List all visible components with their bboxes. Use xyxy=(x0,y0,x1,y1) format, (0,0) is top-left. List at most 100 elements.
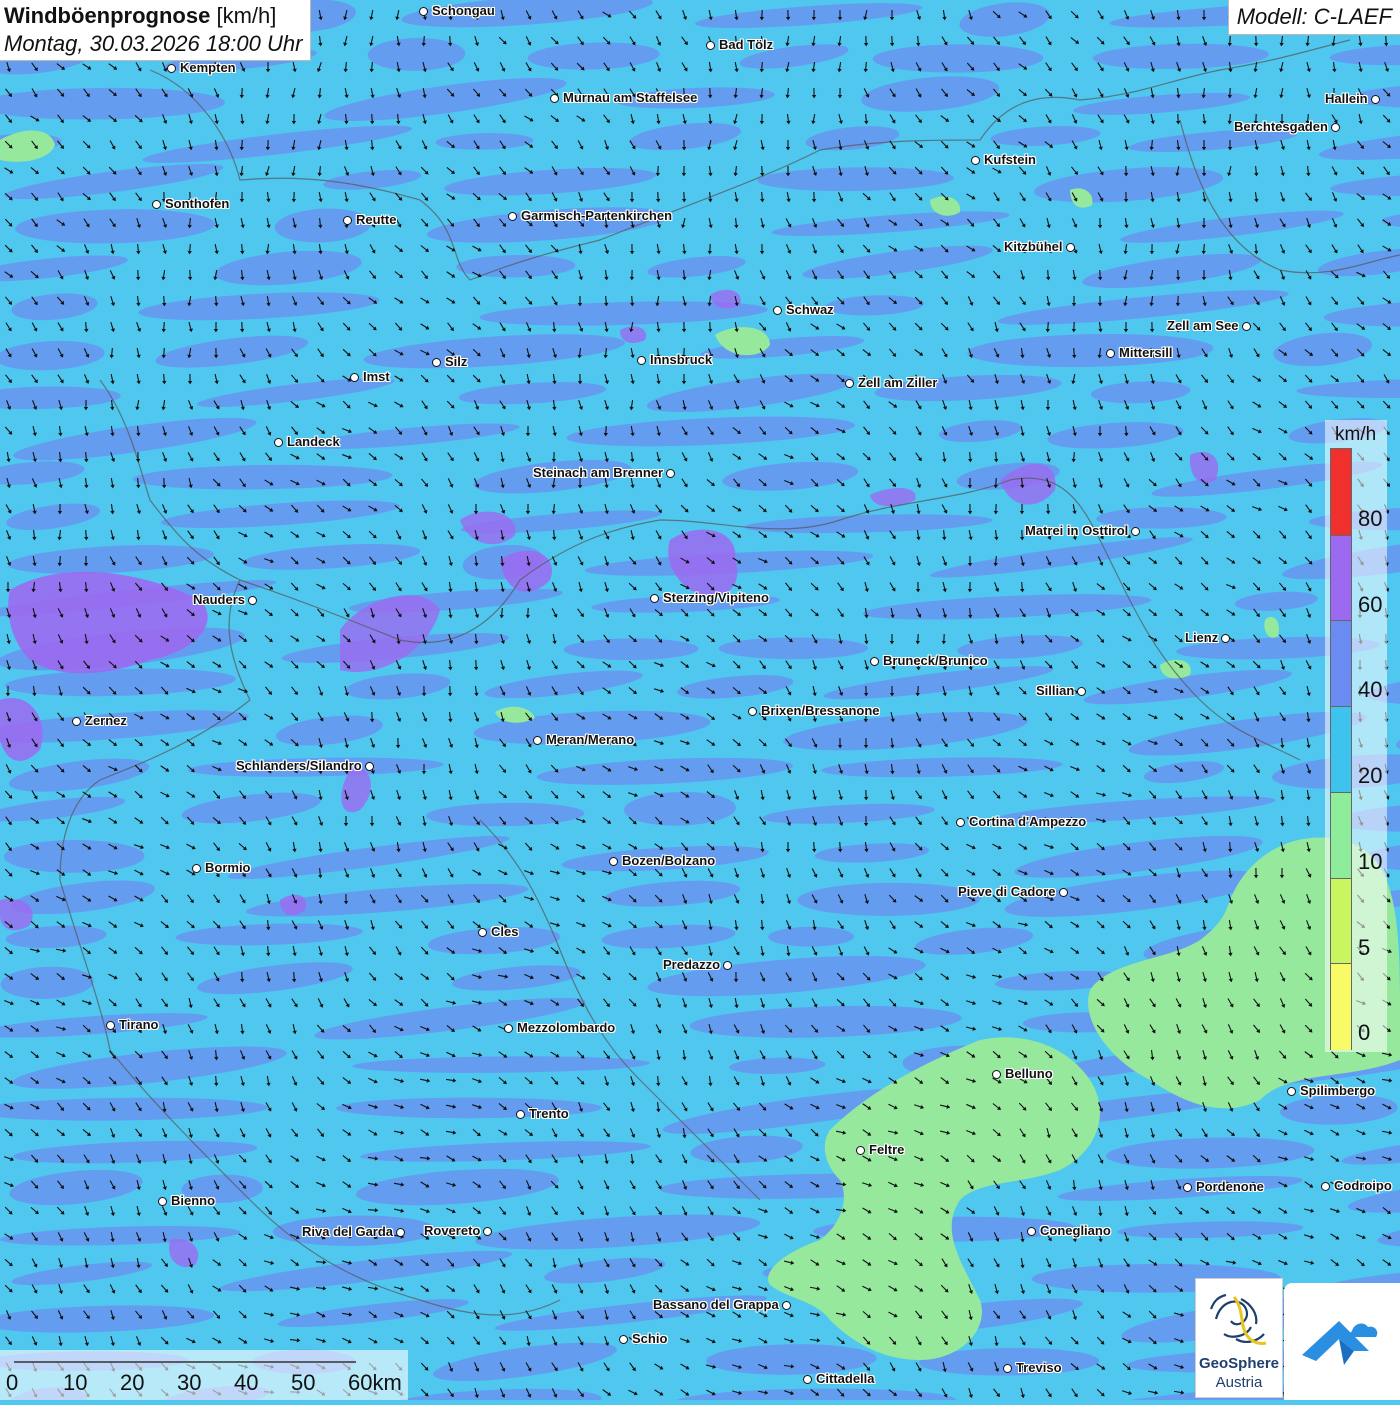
city-label: Berchtesgaden xyxy=(1234,119,1328,134)
city-label: Kempten xyxy=(180,60,236,75)
city-marker xyxy=(650,594,659,603)
city-marker xyxy=(609,857,618,866)
city-label: Tirano xyxy=(119,1017,159,1032)
city-marker xyxy=(856,1146,865,1155)
city-marker xyxy=(956,818,965,827)
city-marker xyxy=(1106,349,1115,358)
geosphere-logo: GeoSphere Austria xyxy=(1195,1278,1283,1398)
city-label: Zell am Ziller xyxy=(858,375,937,390)
city-label: Pordenone xyxy=(1196,1179,1264,1194)
city-marker xyxy=(1077,687,1086,696)
city-marker xyxy=(1183,1183,1192,1192)
city-marker xyxy=(152,200,161,209)
model-label: Modell: C-LAEF xyxy=(1228,0,1400,35)
city-label: Conegliano xyxy=(1040,1223,1111,1238)
legend-color-bar xyxy=(1330,448,1352,1050)
city-marker xyxy=(192,864,201,873)
city-label: Zell am See xyxy=(1167,318,1239,333)
legend-tick-label: 60 xyxy=(1358,592,1382,618)
city-marker xyxy=(748,707,757,716)
city-marker xyxy=(666,469,675,478)
city-label: Rovereto xyxy=(424,1223,480,1238)
city-label: Feltre xyxy=(869,1142,904,1157)
scale-bar-label: 50 xyxy=(291,1370,315,1396)
city-label: Spilimbergo xyxy=(1300,1083,1375,1098)
legend-tick-label: 40 xyxy=(1358,677,1382,703)
city-label: Schwaz xyxy=(786,302,834,317)
city-marker xyxy=(870,657,879,666)
legend-tick-label: 20 xyxy=(1358,763,1382,789)
city-marker xyxy=(1331,123,1340,132)
city-marker xyxy=(1066,243,1075,252)
city-label: Garmisch-Partenkirchen xyxy=(521,208,672,223)
city-marker xyxy=(706,41,715,50)
city-marker xyxy=(533,736,542,745)
city-label: Mittersill xyxy=(1119,345,1172,360)
city-label: Codroipo xyxy=(1334,1178,1392,1193)
scale-bar-label: 60km xyxy=(348,1370,402,1396)
city-marker xyxy=(1131,527,1140,536)
city-marker xyxy=(72,717,81,726)
city-marker xyxy=(619,1335,628,1344)
city-label: Schio xyxy=(632,1331,667,1346)
city-marker xyxy=(971,156,980,165)
legend-segment xyxy=(1331,535,1351,622)
city-marker xyxy=(167,64,176,73)
city-marker xyxy=(1221,634,1230,643)
city-marker xyxy=(158,1197,167,1206)
city-label: Predazzo xyxy=(663,957,720,972)
city-label: Meran/Merano xyxy=(546,732,634,747)
city-label: Sonthofen xyxy=(165,196,229,211)
city-marker xyxy=(365,762,374,771)
city-marker xyxy=(1003,1364,1012,1373)
city-label: Bormio xyxy=(205,860,251,875)
app-logo xyxy=(1284,1283,1400,1400)
city-label: Trento xyxy=(529,1106,569,1121)
legend-segment xyxy=(1331,963,1351,1050)
scale-bar-label: 0 xyxy=(6,1370,18,1396)
city-marker xyxy=(396,1228,405,1237)
legend-segment xyxy=(1331,792,1351,879)
city-label: Kufstein xyxy=(984,152,1036,167)
geosphere-logo-text: GeoSphere xyxy=(1196,1355,1282,1372)
city-label: Imst xyxy=(363,369,390,384)
geosphere-logo-subtext: Austria xyxy=(1196,1374,1282,1391)
city-label: Mezzolombardo xyxy=(517,1020,615,1035)
city-marker xyxy=(1242,322,1251,331)
city-marker xyxy=(516,1110,525,1119)
city-label: Matrei in Osttirol xyxy=(1025,523,1128,538)
legend-tick-label: 10 xyxy=(1358,849,1382,875)
city-label: Bassano del Grappa xyxy=(653,1297,779,1312)
city-label: Lienz xyxy=(1185,630,1218,645)
city-marker xyxy=(1027,1227,1036,1236)
city-label: Riva del Garda xyxy=(302,1224,393,1239)
city-label: Murnau am Staffelsee xyxy=(563,90,697,105)
scale-bar: 0 10 20 30 40 50 60km xyxy=(0,1350,408,1400)
scale-bar-label: 10 xyxy=(63,1370,87,1396)
city-marker xyxy=(1287,1087,1296,1096)
legend-tick-label: 0 xyxy=(1358,1020,1370,1046)
legend-segment xyxy=(1331,706,1351,793)
scale-bar-label: 40 xyxy=(234,1370,258,1396)
map-title-main: Windböenprognose xyxy=(4,3,210,28)
city-label: Cles xyxy=(491,924,518,939)
legend-segment xyxy=(1331,449,1351,535)
city-marker xyxy=(483,1227,492,1236)
city-marker xyxy=(248,596,257,605)
map-title-box: Windböenprognose [km/h] Montag, 30.03.20… xyxy=(0,0,311,61)
city-label: Schlanders/Silandro xyxy=(236,758,362,773)
city-label: Sillian xyxy=(1036,683,1074,698)
scale-bar-label: 30 xyxy=(177,1370,201,1396)
scale-bar-ruler xyxy=(0,1350,408,1400)
city-marker xyxy=(432,358,441,367)
city-label: Belluno xyxy=(1005,1066,1053,1081)
city-label: Kitzbühel xyxy=(1004,239,1063,254)
legend-tick-label: 80 xyxy=(1358,506,1382,532)
color-legend: km/h 806040201050 xyxy=(1325,420,1387,1052)
city-label: Bruneck/Brunico xyxy=(883,653,988,668)
scale-bar-label: 20 xyxy=(120,1370,144,1396)
city-label: Bozen/Bolzano xyxy=(622,853,715,868)
legend-tick-label: 5 xyxy=(1358,935,1370,961)
city-label: Hallein xyxy=(1325,91,1368,106)
city-marker xyxy=(845,379,854,388)
